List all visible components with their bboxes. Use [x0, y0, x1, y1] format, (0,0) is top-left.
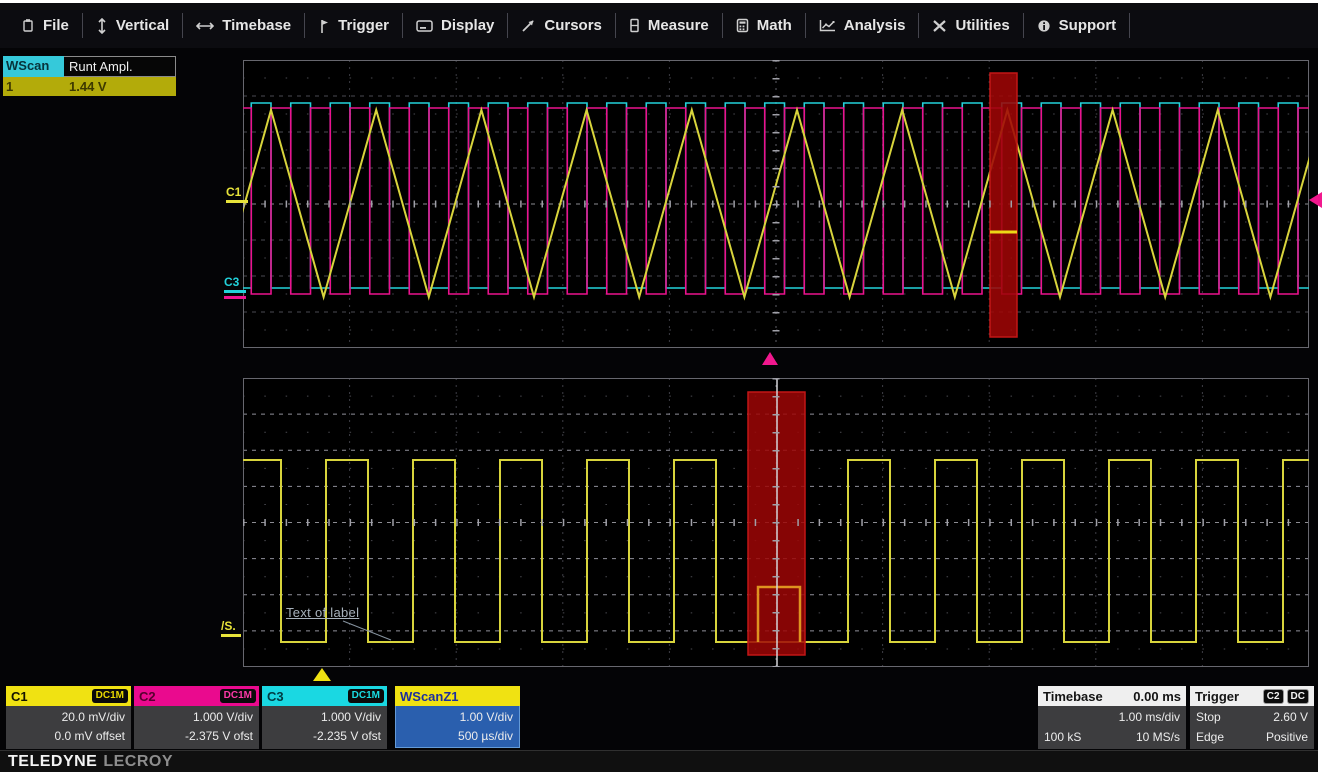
menu-item-utilities[interactable]: Utilities: [919, 3, 1022, 48]
menu-item-label: Vertical: [116, 17, 169, 34]
support-info-icon: [1037, 19, 1051, 33]
menu-item-label: Analysis: [844, 17, 906, 34]
wavescan-summary-table[interactable]: WScan Runt Ampl. 1 1.44 V: [3, 56, 176, 96]
channel-id: C2: [139, 689, 156, 704]
trace-label-zoom: /S.: [221, 620, 241, 637]
coupling-badge: DC1M: [348, 689, 384, 703]
menu-item-timebase[interactable]: Timebase: [183, 3, 304, 48]
coupling-badge: DC1M: [92, 689, 128, 703]
menu-item-label: Measure: [648, 17, 709, 34]
menu-item-display[interactable]: Display: [403, 3, 507, 48]
trace-label-c1: C1: [226, 186, 248, 203]
channel-offset: -2.235 V ofst: [268, 727, 381, 746]
menu-item-label: Math: [757, 17, 792, 34]
wavescan-param-cell: Runt Ampl.: [64, 56, 176, 77]
c2-offset-indicator: [224, 296, 246, 299]
utilities-tools-icon: [932, 19, 947, 33]
zoom-trace-id: WScanZ1: [400, 689, 459, 704]
menu-item-label: Support: [1059, 17, 1117, 34]
wavescan-title-cell: WScan: [3, 56, 64, 77]
file-icon: [21, 18, 35, 33]
analysis-chart-icon: [819, 19, 836, 32]
zoom-offset-indicator: [221, 634, 241, 637]
menu-item-math[interactable]: Math: [723, 3, 805, 48]
menu-separator: [1129, 13, 1130, 38]
trace-label-c3: C3: [224, 276, 246, 299]
c3-offset-indicator: [224, 290, 246, 293]
trigger-mode: Stop: [1196, 708, 1221, 726]
menu-item-label: Trigger: [338, 17, 389, 34]
trigger-source-badge: C2: [1263, 689, 1284, 704]
trigger-position-marker[interactable]: [762, 352, 778, 365]
channel-scale: 1.000 V/div: [140, 708, 253, 727]
channel-scale: 20.0 mV/div: [12, 708, 125, 727]
trigger-title: Trigger: [1195, 689, 1239, 704]
menu-item-cursors[interactable]: Cursors: [508, 3, 615, 48]
measure-caliper-icon: [629, 18, 640, 33]
timebase-sample-rate: 10 MS/s: [1136, 728, 1180, 746]
trigger-coupling-badge: DC: [1287, 689, 1309, 704]
timebase-box[interactable]: Timebase 0.00 ms 1.00 ms/div 100 kS 10 M…: [1038, 686, 1186, 749]
horizontal-arrows-icon: [196, 20, 214, 32]
menu-item-label: File: [43, 17, 69, 34]
timebase-samples: 100 kS: [1044, 728, 1081, 746]
zoom-waveform-grid[interactable]: [243, 378, 1309, 667]
menu-item-measure[interactable]: Measure: [616, 3, 722, 48]
channel-box-c2[interactable]: C2 DC1M 1.000 V/div -2.375 V ofst: [134, 686, 259, 749]
display-monitor-icon: [416, 19, 433, 33]
channel-scale: 1.000 V/div: [268, 708, 381, 727]
waveform-annotation-label[interactable]: Text of label: [286, 605, 359, 620]
menu-item-file[interactable]: File: [8, 3, 82, 48]
main-waveform-grid[interactable]: [243, 60, 1309, 348]
channel-box-c3[interactable]: C3 DC1M 1.000 V/div -2.235 V ofst: [262, 686, 387, 749]
vertical-arrows-icon: [96, 18, 108, 34]
coupling-badge: DC1M: [220, 689, 256, 703]
menu-item-support[interactable]: Support: [1024, 3, 1130, 48]
menu-item-label: Cursors: [544, 17, 602, 34]
timebase-position: 0.00 ms: [1133, 689, 1181, 704]
brand-teledyne: TELEDYNE: [8, 753, 97, 771]
trigger-level-marker[interactable]: [1309, 192, 1322, 208]
oscilloscope-screen: File Vertical Timebase Trigger Display Cursor…: [0, 0, 1324, 774]
trigger-box[interactable]: Trigger C2 DC Stop 2.60 V Edge Positive: [1190, 686, 1314, 749]
trigger-type: Edge: [1196, 728, 1224, 746]
menu-bar: File Vertical Timebase Trigger Display Cursor…: [0, 3, 1318, 48]
menu-item-analysis[interactable]: Analysis: [806, 3, 919, 48]
zoom-trace-timebase: 500 µs/div: [402, 727, 513, 746]
trigger-flag-icon: [318, 18, 330, 34]
trigger-level: 2.60 V: [1273, 708, 1308, 726]
brand-lecroy: LECROY: [103, 753, 173, 771]
zoom-trace-box[interactable]: WScanZ1 1.00 V/div 500 µs/div: [395, 686, 520, 749]
c1-offset-indicator: [226, 200, 248, 203]
channel-offset: 0.0 mV offset: [12, 727, 125, 746]
channel-id: C3: [267, 689, 284, 704]
menu-item-vertical[interactable]: Vertical: [83, 3, 182, 48]
scope-ui: File Vertical Timebase Trigger Display Cursor…: [0, 3, 1318, 772]
math-calculator-icon: [736, 18, 749, 33]
channel-offset: -2.375 V ofst: [140, 727, 253, 746]
menu-item-label: Utilities: [955, 17, 1009, 34]
menu-item-label: Timebase: [222, 17, 291, 34]
menu-item-trigger[interactable]: Trigger: [305, 3, 402, 48]
wavescan-row-index: 1: [3, 77, 64, 96]
trigger-slope: Positive: [1266, 728, 1308, 746]
timebase-title: Timebase: [1043, 689, 1103, 704]
channel-box-c1[interactable]: C1 DC1M 20.0 mV/div 0.0 mV offset: [6, 686, 131, 749]
timebase-per-div: 1.00 ms/div: [1119, 708, 1180, 726]
cursor-pointer-icon: [521, 19, 536, 33]
channel-id: C1: [11, 689, 28, 704]
zoom-trace-scale: 1.00 V/div: [402, 708, 513, 727]
menu-item-label: Display: [441, 17, 494, 34]
brand-bar: TELEDYNE LECROY: [0, 750, 1318, 772]
zoom-trigger-position-marker[interactable]: [313, 668, 331, 681]
wavescan-runt-amplitude-value: 1.44 V: [64, 77, 176, 96]
